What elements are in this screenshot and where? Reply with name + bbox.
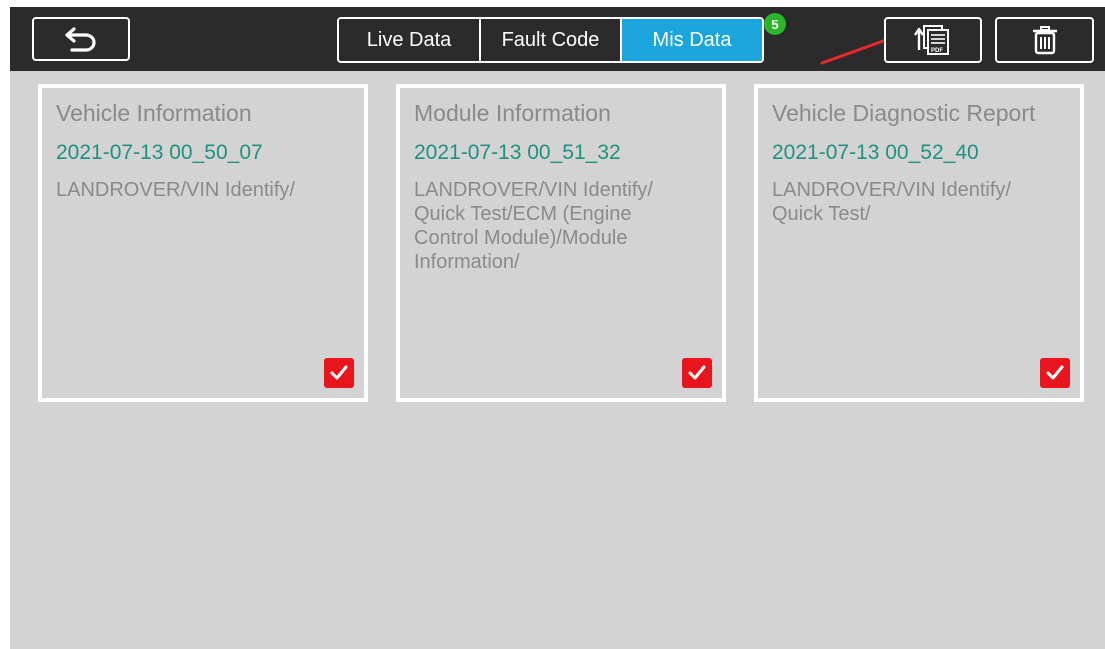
export-pdf-button[interactable]: PDF <box>884 17 982 63</box>
trash-icon <box>1032 26 1057 55</box>
record-title: Vehicle Diagnostic Report <box>772 100 1036 126</box>
record-title: Module Information <box>414 100 611 126</box>
record-timestamp: 2021-07-13 00_50_07 <box>56 141 263 164</box>
checkmark-icon <box>1046 365 1064 380</box>
checkmark-icon <box>688 365 706 380</box>
record-card-vehicle-diagnostic-report[interactable]: Vehicle Diagnostic Report 2021-07-13 00_… <box>754 84 1084 402</box>
record-timestamp: 2021-07-13 00_51_32 <box>414 141 621 164</box>
count-badge: 5 <box>764 13 786 35</box>
data-tabs: Live Data Fault Code Mis Data <box>337 17 764 63</box>
record-path: LANDROVER/VIN Identify/Quick Test/ECM (E… <box>414 179 653 273</box>
delete-button[interactable] <box>995 17 1094 63</box>
export-pdf-icon: PDF <box>914 25 949 55</box>
svg-text:PDF: PDF <box>931 48 943 54</box>
record-title: Vehicle Information <box>56 100 252 126</box>
record-path: LANDROVER/VIN Identify/ <box>56 179 295 201</box>
record-checkbox[interactable] <box>682 358 712 388</box>
undo-arrow-icon <box>65 27 96 52</box>
record-card-vehicle-information[interactable]: Vehicle Information 2021-07-13 00_50_07 … <box>38 84 368 402</box>
record-checkbox[interactable] <box>1040 358 1070 388</box>
tab-mis-data[interactable]: Mis Data <box>620 19 762 61</box>
record-checkbox[interactable] <box>324 358 354 388</box>
tab-live-data[interactable]: Live Data <box>339 19 479 61</box>
record-timestamp: 2021-07-13 00_52_40 <box>772 141 979 164</box>
tab-fault-code[interactable]: Fault Code <box>479 19 620 61</box>
record-card-module-information[interactable]: Module Information 2021-07-13 00_51_32 L… <box>396 84 726 402</box>
checkmark-icon <box>330 365 348 380</box>
record-path: LANDROVER/VIN Identify/Quick Test/ <box>772 179 1011 225</box>
app-screen: Live Data Fault Code Mis Data 5 PDF Vehi… <box>10 7 1105 649</box>
back-button[interactable] <box>32 17 130 61</box>
top-toolbar: Live Data Fault Code Mis Data 5 PDF <box>10 7 1105 71</box>
